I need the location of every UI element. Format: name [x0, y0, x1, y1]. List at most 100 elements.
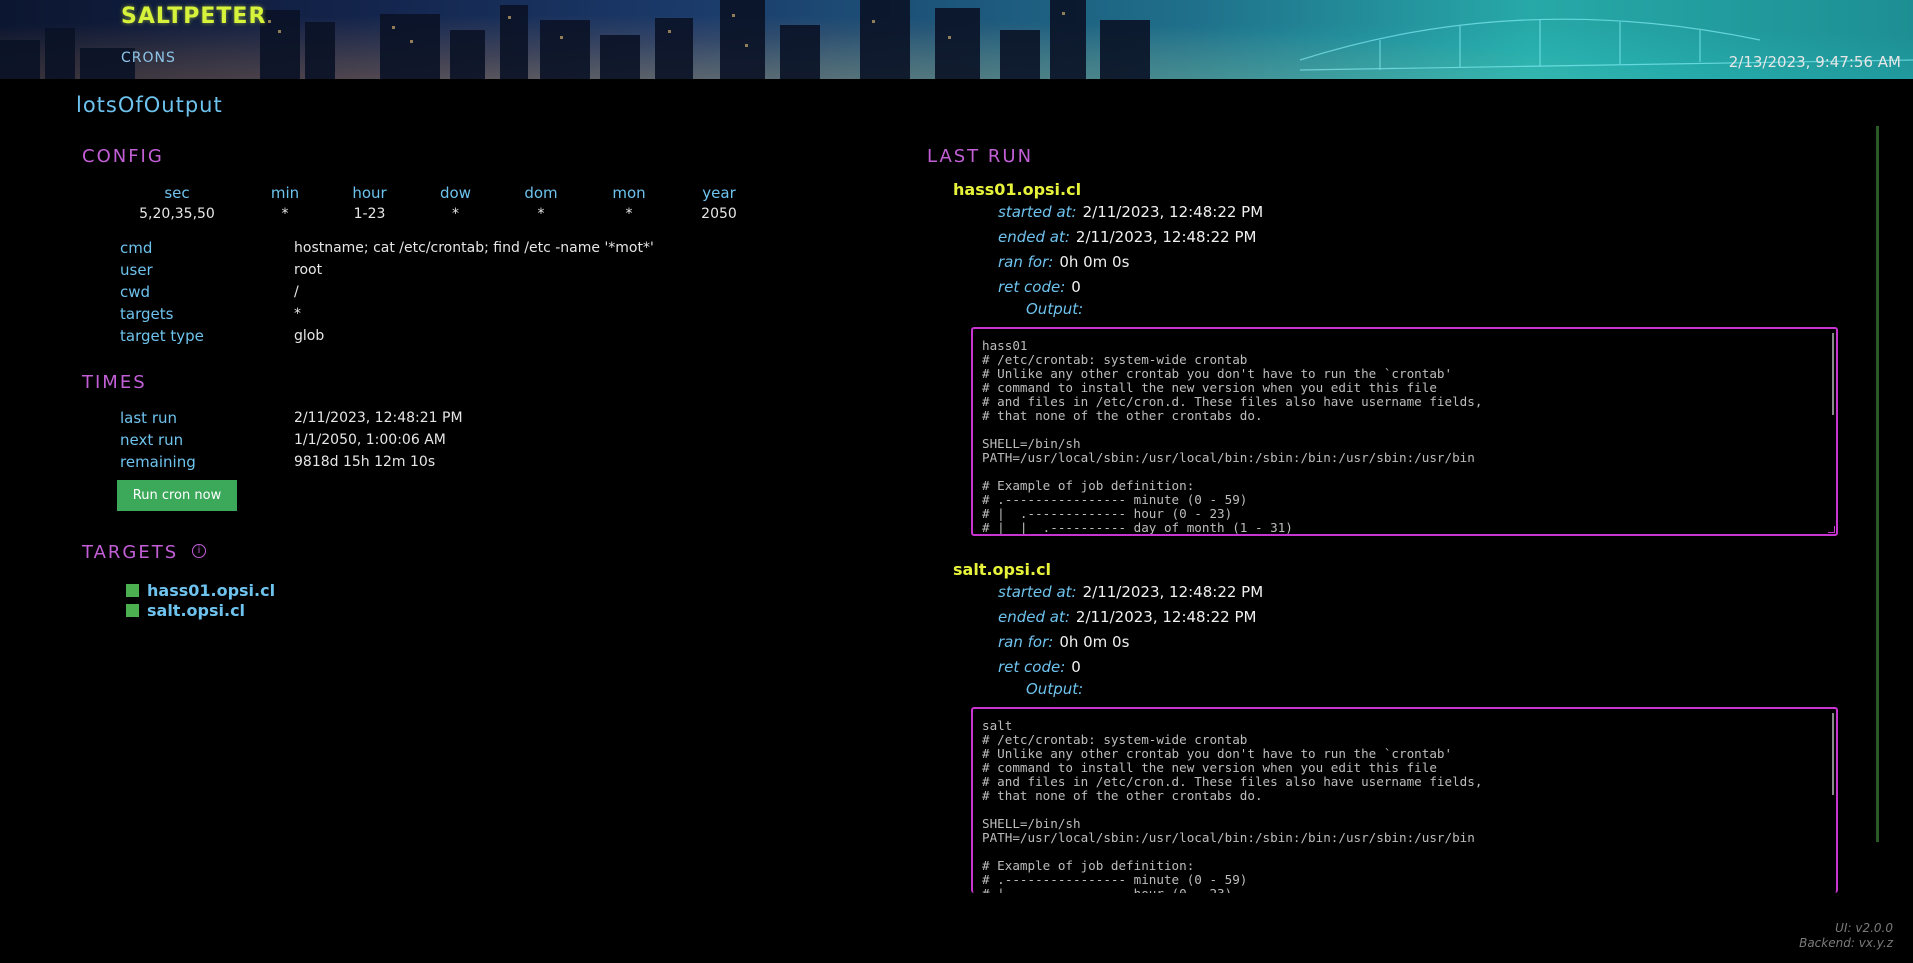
- output-textarea[interactable]: hass01 # /etc/crontab: system-wide cront…: [971, 327, 1838, 536]
- backend-version: Backend: vx.y.z: [1799, 936, 1893, 950]
- times-row-remaining: remaining 9818d 15h 12m 10s: [120, 451, 463, 473]
- ended-at-label: ended at:: [998, 227, 1070, 246]
- schedule-value-hour: 1-23: [353, 206, 386, 222]
- config-key: cwd: [120, 283, 151, 301]
- schedule-value-sec: 5,20,35,50: [139, 206, 215, 222]
- ended-at-row: ended at: 2/11/2023, 12:48:22 PM: [998, 604, 1263, 629]
- ret-code-row: ret code: 0: [998, 274, 1263, 299]
- config-row-user: user root: [120, 259, 654, 281]
- started-at-value: 2/11/2023, 12:48:22 PM: [1082, 582, 1264, 601]
- target-item[interactable]: hass01.opsi.cl: [126, 580, 275, 600]
- app-logo[interactable]: SALTPETER: [121, 4, 266, 29]
- schedule-header-row: sec min hour dow dom mon year: [110, 183, 764, 203]
- started-at-label: started at:: [998, 582, 1077, 601]
- config-row-cwd: cwd /: [120, 281, 654, 303]
- config-value: hostname; cat /etc/crontab; find /etc -n…: [294, 240, 654, 256]
- started-at-row: started at: 2/11/2023, 12:48:22 PM: [998, 199, 1263, 224]
- ran-for-value: 0h 0m 0s: [1059, 252, 1130, 271]
- config-section-title: CONFIG: [82, 146, 164, 167]
- target-name[interactable]: hass01.opsi.cl: [147, 581, 275, 600]
- schedule-value-row: 5,20,35,50 * 1-23 * * * 2050: [110, 203, 764, 225]
- times-value: 1/1/2050, 1:00:06 AM: [294, 432, 446, 448]
- schedule-value-min: *: [281, 206, 289, 222]
- ret-code-label: ret code:: [998, 657, 1066, 676]
- times-key: remaining: [120, 453, 196, 471]
- page-title: lotsOfOutput: [76, 93, 223, 117]
- ran-for-row: ran for: 0h 0m 0s: [998, 629, 1263, 654]
- last-run-scrollbar[interactable]: [1876, 126, 1879, 842]
- ended-at-value: 2/11/2023, 12:48:22 PM: [1075, 607, 1257, 626]
- last-run-host-name: salt.opsi.cl: [953, 560, 1052, 579]
- config-row-targets: targets *: [120, 303, 654, 325]
- target-list: hass01.opsi.cl salt.opsi.cl: [126, 580, 275, 620]
- ran-for-label: ran for:: [998, 252, 1054, 271]
- started-at-row: started at: 2/11/2023, 12:48:22 PM: [998, 579, 1263, 604]
- nav-crons-link[interactable]: CRONS: [121, 50, 176, 66]
- config-key: user: [120, 261, 153, 279]
- header-datetime: 2/13/2023, 9:47:56 AM: [1728, 53, 1901, 71]
- output-text[interactable]: salt # /etc/crontab: system-wide crontab…: [973, 709, 1836, 894]
- schedule-value-mon: *: [625, 206, 633, 222]
- schedule-value-year: 2050: [701, 206, 737, 222]
- ended-at-row: ended at: 2/11/2023, 12:48:22 PM: [998, 224, 1263, 249]
- output-label: Output:: [1026, 300, 1084, 318]
- schedule-value-dom: *: [537, 206, 545, 222]
- config-key: cmd: [120, 239, 153, 257]
- times-section-title: TIMES: [82, 372, 147, 393]
- last-run-host-name: hass01.opsi.cl: [953, 180, 1082, 199]
- output-text[interactable]: hass01 # /etc/crontab: system-wide cront…: [973, 329, 1836, 535]
- schedule-header-mon: mon: [612, 184, 646, 202]
- schedule-header-dow: dow: [440, 184, 471, 202]
- times-key: last run: [120, 409, 178, 427]
- times-value: 9818d 15h 12m 10s: [294, 454, 436, 470]
- times-key: next run: [120, 431, 184, 449]
- last-run-host-meta: started at: 2/11/2023, 12:48:22 PM ended…: [998, 199, 1263, 299]
- output-scrollbar[interactable]: [1832, 713, 1834, 795]
- config-value: /: [294, 284, 299, 300]
- target-status-indicator: [126, 603, 139, 617]
- ran-for-label: ran for:: [998, 632, 1054, 651]
- started-at-label: started at:: [998, 202, 1077, 221]
- schedule-header-hour: hour: [352, 184, 387, 202]
- config-key: targets: [120, 305, 174, 323]
- config-fields: cmd hostname; cat /etc/crontab; find /et…: [120, 237, 654, 347]
- ran-for-value: 0h 0m 0s: [1059, 632, 1130, 651]
- config-row-target-type: target type glob: [120, 325, 654, 347]
- ui-version: UI: v2.0.0: [1835, 921, 1893, 935]
- ended-at-value: 2/11/2023, 12:48:22 PM: [1075, 227, 1257, 246]
- config-row-cmd: cmd hostname; cat /etc/crontab; find /et…: [120, 237, 654, 259]
- schedule-value-dow: *: [452, 206, 459, 222]
- schedule-table: sec min hour dow dom mon year 5,20,35,50…: [110, 183, 764, 225]
- ret-code-value: 0: [1071, 657, 1081, 676]
- target-item[interactable]: salt.opsi.cl: [126, 600, 275, 620]
- ret-code-row: ret code: 0: [998, 654, 1263, 679]
- header-banner: SALTPETER CRONS 2/13/2023, 9:47:56 AM: [0, 0, 1913, 79]
- last-run-host-meta: started at: 2/11/2023, 12:48:22 PM ended…: [998, 579, 1263, 679]
- config-value: glob: [294, 328, 325, 344]
- ret-code-label: ret code:: [998, 277, 1066, 296]
- schedule-header-min: min: [270, 184, 300, 202]
- info-icon[interactable]: i: [192, 544, 206, 558]
- ran-for-row: ran for: 0h 0m 0s: [998, 249, 1263, 274]
- times-row-last-run: last run 2/11/2023, 12:48:21 PM: [120, 407, 463, 429]
- ret-code-value: 0: [1071, 277, 1081, 296]
- target-name[interactable]: salt.opsi.cl: [147, 601, 245, 620]
- config-key: target type: [120, 327, 204, 345]
- version-info: UI: v2.0.0 Backend: vx.y.z: [1799, 921, 1893, 951]
- resize-handle-icon[interactable]: [1828, 526, 1835, 533]
- started-at-value: 2/11/2023, 12:48:22 PM: [1082, 202, 1264, 221]
- target-status-indicator: [126, 583, 139, 597]
- output-textarea[interactable]: salt # /etc/crontab: system-wide crontab…: [971, 707, 1838, 893]
- config-value: *: [294, 306, 301, 322]
- schedule-header-year: year: [702, 184, 736, 202]
- config-value: root: [294, 262, 323, 278]
- output-scrollbar[interactable]: [1832, 333, 1834, 415]
- run-cron-now-button[interactable]: Run cron now: [117, 480, 237, 511]
- times-value: 2/11/2023, 12:48:21 PM: [294, 410, 463, 426]
- times-row-next-run: next run 1/1/2050, 1:00:06 AM: [120, 429, 463, 451]
- ended-at-label: ended at:: [998, 607, 1070, 626]
- city-skyline-image: [0, 0, 1913, 79]
- schedule-header-dom: dom: [524, 184, 558, 202]
- schedule-header-sec: sec: [164, 184, 190, 202]
- last-run-section-title: LAST RUN: [927, 146, 1034, 167]
